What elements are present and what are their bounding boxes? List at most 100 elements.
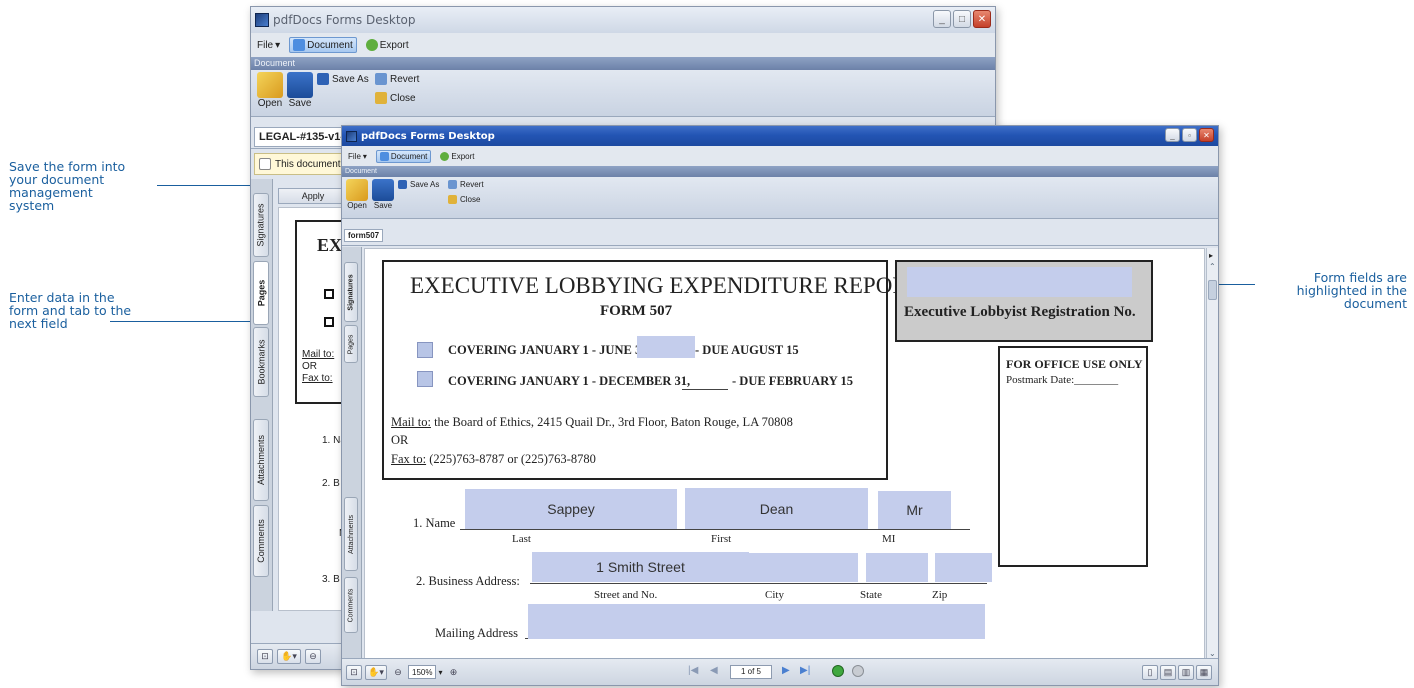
- fit-page-icon[interactable]: ⊡: [257, 649, 273, 664]
- revert-icon: [448, 180, 457, 189]
- street-field[interactable]: 1 Smith Street: [532, 552, 749, 582]
- revert-button[interactable]: Revert: [375, 73, 419, 85]
- scroll-thumb[interactable]: [1208, 280, 1217, 300]
- name-underline: [460, 529, 970, 530]
- name-label: 1. Name: [413, 516, 456, 530]
- scroll-up-icon[interactable]: ⌃: [1209, 262, 1216, 271]
- apply-button[interactable]: Apply: [302, 191, 325, 201]
- checkbox-dec31[interactable]: [417, 371, 433, 387]
- export-icon: [440, 151, 450, 161]
- app-logo-icon: [346, 130, 357, 142]
- close-window-button[interactable]: ✕: [1199, 128, 1214, 142]
- close-doc-button[interactable]: Close: [448, 195, 480, 204]
- tab-export[interactable]: Export: [363, 38, 412, 52]
- checkbox-jun30[interactable]: [417, 342, 433, 358]
- single-page-view-icon[interactable]: ▯: [1142, 665, 1158, 680]
- tab-pages[interactable]: Pages: [344, 325, 358, 363]
- checkbox-icon: [324, 317, 334, 327]
- city-caption: City: [765, 589, 784, 601]
- tab-signatures[interactable]: Signatures: [253, 193, 269, 257]
- fax-to-label: Fax to:: [391, 452, 427, 466]
- revert-icon: [375, 73, 387, 85]
- first-name-field[interactable]: Dean: [685, 488, 868, 529]
- mailing-address-label: Mailing Address: [435, 626, 518, 640]
- save-as-button[interactable]: Save As: [398, 180, 439, 189]
- document-icon: [293, 39, 306, 51]
- registration-label: Executive Lobbyist Registration No.: [904, 304, 1136, 320]
- apply-bar: Apply: [278, 188, 348, 204]
- stop-icon[interactable]: [852, 665, 864, 677]
- minimize-button[interactable]: _: [1165, 128, 1180, 142]
- tab-document-label: Document: [307, 39, 353, 51]
- back-ribbon: Open Save Save As Revert Close: [251, 70, 995, 117]
- hand-tool-icon[interactable]: ✋▾: [365, 664, 387, 680]
- page-next-arrow-icon[interactable]: ▸: [1209, 251, 1213, 260]
- zoom-out-icon[interactable]: ⊖: [390, 665, 406, 680]
- tab-document[interactable]: Document: [289, 37, 357, 53]
- tab-pages[interactable]: Pages: [253, 261, 269, 325]
- tab-signatures[interactable]: Signatures: [344, 262, 358, 322]
- minimize-button[interactable]: _: [933, 10, 951, 28]
- tab-attachments[interactable]: Attachments: [253, 419, 269, 501]
- vertical-scrollbar[interactable]: ▸ ⌃ ⌄: [1206, 248, 1218, 660]
- next-page-icon[interactable]: ▶: [782, 665, 790, 676]
- open-button[interactable]: Open: [257, 72, 283, 109]
- maximize-button[interactable]: ▫: [1182, 128, 1197, 142]
- mail-to-address: the Board of Ethics, 2415 Quail Dr., 3rd…: [430, 415, 793, 429]
- tab-export[interactable]: Export: [437, 151, 477, 162]
- hand-tool-icon[interactable]: ✋▾: [277, 649, 301, 664]
- tab-document[interactable]: Document: [375, 149, 432, 163]
- save-button[interactable]: Save: [287, 72, 313, 109]
- continuous-view-icon[interactable]: ▤: [1160, 665, 1176, 680]
- front-window: pdfDocs Forms Desktop _ ▫ ✕ File ▾ Docume…: [341, 125, 1219, 686]
- zoom-select[interactable]: 150%: [408, 665, 437, 679]
- scroll-down-icon[interactable]: ⌄: [1209, 649, 1216, 658]
- last-name-field[interactable]: Sappey: [465, 489, 677, 529]
- go-forward-icon[interactable]: [832, 665, 844, 677]
- back-n3: 3. B: [322, 574, 340, 585]
- tab-comments[interactable]: Comments: [253, 505, 269, 577]
- save-as-button[interactable]: Save As: [317, 73, 369, 85]
- tab-attachments[interactable]: Attachments: [344, 497, 358, 571]
- menu-file[interactable]: File ▾: [254, 39, 283, 52]
- continuous-facing-view-icon[interactable]: ▦: [1196, 665, 1212, 680]
- close-doc-button[interactable]: Close: [375, 92, 416, 104]
- doc-tab[interactable]: form507: [344, 229, 384, 242]
- close-label: Close: [390, 92, 416, 104]
- zoom-in-icon[interactable]: ⊕: [445, 665, 461, 680]
- tab-comments[interactable]: Comments: [344, 577, 358, 633]
- tab-bookmarks[interactable]: Bookmarks: [253, 327, 269, 397]
- first-page-icon[interactable]: |◀: [688, 665, 698, 676]
- page-counter[interactable]: 1 of 5: [730, 665, 772, 679]
- chevron-down-icon[interactable]: ▾: [438, 668, 442, 677]
- revert-button[interactable]: Revert: [448, 180, 484, 189]
- registration-number-field[interactable]: [907, 267, 1132, 297]
- city-field[interactable]: [749, 553, 858, 582]
- mailing-address-field[interactable]: [528, 604, 985, 639]
- document-icon: [259, 158, 271, 170]
- state-field[interactable]: [866, 553, 928, 582]
- year-field-1[interactable]: [637, 336, 695, 358]
- back-side-tabs: Signatures Pages Bookmarks Attachments C…: [251, 179, 273, 611]
- middle-initial-field[interactable]: Mr: [878, 491, 951, 529]
- save-button[interactable]: Save: [372, 179, 394, 210]
- menu-file-label: File: [348, 151, 361, 161]
- menu-file[interactable]: File ▾: [345, 151, 370, 162]
- front-titlebar[interactable]: pdfDocs Forms Desktop _ ▫ ✕: [342, 126, 1218, 146]
- zip-field[interactable]: [935, 553, 992, 582]
- back-titlebar[interactable]: pdfDocs Forms Desktop _ □ ✕: [251, 7, 995, 33]
- facing-view-icon[interactable]: ▥: [1178, 665, 1194, 680]
- open-button[interactable]: Open: [346, 179, 368, 210]
- fit-page-icon[interactable]: ⊡: [346, 664, 362, 680]
- prev-page-icon[interactable]: ◀: [710, 665, 718, 676]
- open-folder-icon: [257, 72, 283, 98]
- save-label: Save: [373, 201, 393, 210]
- close-window-button[interactable]: ✕: [973, 10, 991, 28]
- ribbon-group-label: Document: [342, 166, 1218, 177]
- last-page-icon[interactable]: ▶|: [800, 665, 810, 676]
- maximize-button[interactable]: □: [953, 10, 971, 28]
- chevron-down-icon: ▾: [362, 151, 367, 161]
- zoom-out-icon[interactable]: ⊖: [305, 649, 321, 664]
- tab-export-label: Export: [379, 39, 409, 51]
- close-label: Close: [460, 195, 481, 204]
